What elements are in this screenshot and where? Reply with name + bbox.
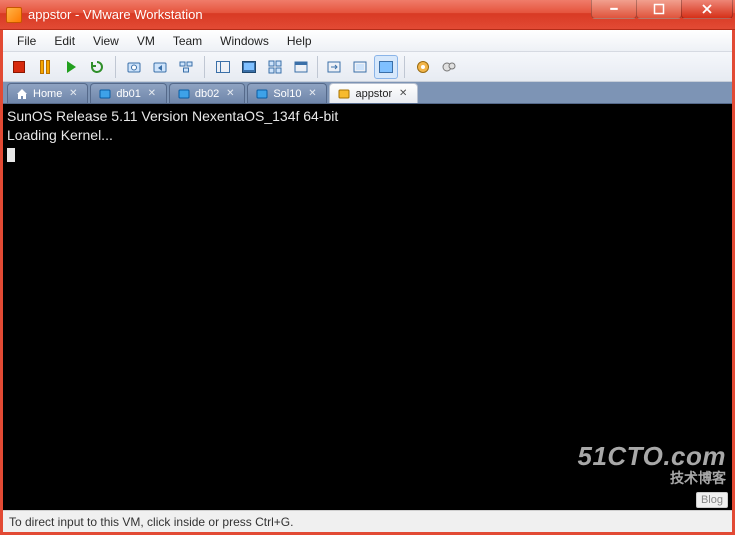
home-icon [16,88,28,100]
vm-icon [178,88,190,100]
tab-sol10[interactable]: Sol10 ✕ [247,83,327,103]
tab-home[interactable]: Home ✕ [7,83,88,103]
tab-label: Sol10 [273,88,301,100]
menubar: File Edit View VM Team Windows Help [3,30,732,52]
vm-icon [338,88,350,100]
power-off-button[interactable] [7,55,31,79]
revert-snapshot-button[interactable] [148,55,172,79]
client-area: File Edit View VM Team Windows Help [0,30,735,535]
tab-close-icon[interactable]: ✕ [224,88,236,100]
snapshot-button[interactable] [122,55,146,79]
tab-close-icon[interactable]: ✕ [306,88,318,100]
tab-label: db01 [116,88,140,100]
show-console-button[interactable] [237,55,261,79]
app-icon [6,7,22,23]
quick-switch-button[interactable] [322,55,346,79]
tab-label: appstor [355,88,392,100]
vm-console[interactable]: SunOS Release 5.11 Version NexentaOS_134… [3,104,732,510]
terminal-line: SunOS Release 5.11 Version NexentaOS_134… [7,108,338,124]
tabstrip: Home ✕ db01 ✕ db02 ✕ Sol10 ✕ appstor ✕ [3,82,732,104]
full-screen-button[interactable] [374,55,398,79]
unity-button[interactable] [348,55,372,79]
cursor-icon [7,148,15,162]
menu-file[interactable]: File [9,32,44,50]
tab-close-icon[interactable]: ✕ [146,88,158,100]
statusbar: To direct input to this VM, click inside… [3,510,732,532]
tab-close-icon[interactable]: ✕ [397,88,409,100]
status-text: To direct input to this VM, click inside… [9,515,293,529]
menu-help[interactable]: Help [279,32,320,50]
vm-icon [256,88,268,100]
toolbar [3,52,732,82]
menu-windows[interactable]: Windows [212,32,277,50]
minimize-button[interactable]: ━ [591,0,637,19]
reset-button[interactable] [85,55,109,79]
menu-view[interactable]: View [85,32,127,50]
power-on-button[interactable] [59,55,83,79]
close-button[interactable] [681,0,733,19]
menu-team[interactable]: Team [165,32,210,50]
tab-close-icon[interactable]: ✕ [67,88,79,100]
vm-icon [99,88,111,100]
tab-label: Home [33,88,62,100]
terminal-output: SunOS Release 5.11 Version NexentaOS_134… [3,106,730,508]
capture-movie-button[interactable] [437,55,461,79]
show-sidebar-button[interactable] [211,55,235,79]
show-appliance-button[interactable] [289,55,313,79]
titlebar: appstor - VMware Workstation ━ [0,0,735,30]
menu-vm[interactable]: VM [129,32,163,50]
capture-screen-button[interactable] [411,55,435,79]
tab-db02[interactable]: db02 ✕ [169,83,245,103]
show-thumbnail-button[interactable] [263,55,287,79]
tab-appstor[interactable]: appstor ✕ [329,83,418,103]
menu-edit[interactable]: Edit [46,32,83,50]
maximize-button[interactable] [636,0,682,19]
tab-label: db02 [195,88,219,100]
suspend-button[interactable] [33,55,57,79]
window-controls: ━ [592,0,735,29]
terminal-line: Loading Kernel... [7,127,113,143]
window-title: appstor - VMware Workstation [28,7,203,22]
tab-db01[interactable]: db01 ✕ [90,83,166,103]
snapshot-manager-button[interactable] [174,55,198,79]
